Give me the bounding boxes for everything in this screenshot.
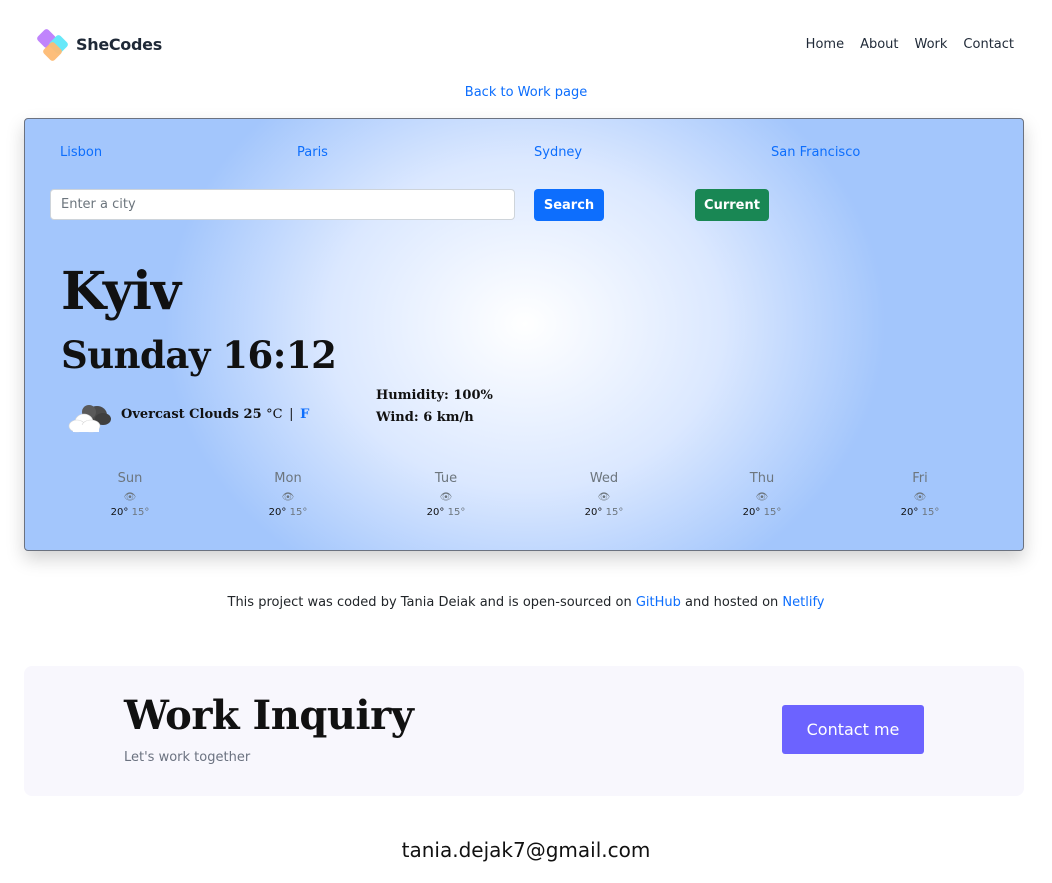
forecast-day-name: Wed <box>589 471 619 486</box>
current-temperature: 25 <box>243 407 262 422</box>
forecast-temps: 20° 15° <box>366 507 526 523</box>
inquiry-title: Work Inquiry <box>124 692 414 739</box>
nav-contact[interactable]: Contact <box>963 37 1014 52</box>
forecast-day: Thu 👁 20° 15° <box>682 471 842 523</box>
back-to-work-link[interactable]: Back to Work page <box>465 85 587 100</box>
forecast-min: 15° <box>921 507 940 518</box>
work-inquiry-section: Work Inquiry Let's work together Contact… <box>24 666 1024 796</box>
forecast-day-name: Fri <box>912 471 928 486</box>
back-link-row: Back to Work page <box>0 83 1052 101</box>
current-location-button[interactable]: Current <box>695 189 769 221</box>
forecast-day-name: Mon <box>274 471 302 486</box>
inquiry-subtitle: Let's work together <box>124 750 251 765</box>
forecast-min: 15° <box>289 507 308 518</box>
github-link[interactable]: GitHub <box>636 595 681 610</box>
city-link-lisbon[interactable]: Lisbon <box>60 145 102 160</box>
search-button[interactable]: Search <box>534 189 604 221</box>
forecast-min: 15° <box>763 507 782 518</box>
forecast-max: 20° <box>742 507 761 518</box>
nav-about[interactable]: About <box>860 37 898 52</box>
forecast-day: Wed 👁 20° 15° <box>524 471 684 523</box>
day-time: Sunday 16:12 <box>61 333 337 377</box>
wind-label: Wind: <box>376 410 419 425</box>
forecast-max: 20° <box>110 507 129 518</box>
forecast-weather-icon: 👁 <box>439 492 453 503</box>
forecast-day-name: Sun <box>117 471 143 486</box>
fahrenheit-link[interactable]: F <box>300 407 309 422</box>
humidity-value: 100% <box>453 388 493 403</box>
forecast-temps: 20° 15° <box>840 507 1000 523</box>
project-note: This project was coded by Tania Deiak an… <box>0 595 1052 610</box>
forecast-day: Fri 👁 20° 15° <box>840 471 1000 523</box>
forecast-weather-icon: 👁 <box>597 492 611 503</box>
wind-value: 6 km/h <box>423 410 474 425</box>
city-link-sydney[interactable]: Sydney <box>534 145 582 160</box>
celsius-unit[interactable]: °C <box>266 407 282 422</box>
note-prefix: This project was coded by Tania Deiak an… <box>227 595 636 610</box>
forecast-min: 15° <box>447 507 466 518</box>
forecast-max: 20° <box>426 507 445 518</box>
forecast-max: 20° <box>584 507 603 518</box>
city-link-san-francisco[interactable]: San Francisco <box>771 145 860 160</box>
unit-separator: | <box>289 407 294 422</box>
forecast: Sun 👁 20° 15° Mon 👁 20° 15° Tue 👁 20° 15… <box>50 471 1000 531</box>
forecast-min: 15° <box>605 507 624 518</box>
nav-home[interactable]: Home <box>806 37 844 52</box>
forecast-temps: 20° 15° <box>208 507 368 523</box>
city-link-paris[interactable]: Paris <box>297 145 328 160</box>
forecast-day-name: Thu <box>749 471 775 486</box>
brand-logo[interactable]: SheCodes <box>35 27 162 63</box>
weather-description: Overcast Clouds <box>121 407 240 422</box>
forecast-temps: 20° 15° <box>50 507 210 523</box>
contact-me-button[interactable]: Contact me <box>782 705 924 754</box>
forecast-max: 20° <box>900 507 919 518</box>
main-nav: Home About Work Contact <box>806 37 1014 52</box>
forecast-weather-icon: 👁 <box>755 492 769 503</box>
forecast-weather-icon: 👁 <box>913 492 927 503</box>
humidity: Humidity: 100% <box>376 388 493 403</box>
forecast-min: 15° <box>131 507 150 518</box>
humidity-label: Humidity: <box>376 388 449 403</box>
note-middle: and hosted on <box>680 595 783 610</box>
netlify-link[interactable]: Netlify <box>782 595 824 610</box>
nav-work[interactable]: Work <box>915 37 948 52</box>
forecast-weather-icon: 👁 <box>123 492 137 503</box>
contact-email[interactable]: tania.dejak7@gmail.com <box>0 838 1052 862</box>
forecast-weather-icon: 👁 <box>281 492 295 503</box>
forecast-max: 20° <box>268 507 287 518</box>
city-search-input[interactable] <box>50 189 515 220</box>
overcast-clouds-icon <box>68 405 111 433</box>
current-conditions: Overcast Clouds 25 °C | F <box>121 407 309 422</box>
forecast-temps: 20° 15° <box>682 507 842 523</box>
forecast-day-name: Tue <box>434 471 458 486</box>
forecast-day: Sun 👁 20° 15° <box>50 471 210 523</box>
forecast-day: Tue 👁 20° 15° <box>366 471 526 523</box>
city-name: Kyiv <box>61 261 181 322</box>
forecast-day: Mon 👁 20° 15° <box>208 471 368 523</box>
forecast-temps: 20° 15° <box>524 507 684 523</box>
weather-card: Lisbon Paris Sydney San Francisco Search… <box>24 118 1024 551</box>
wind: Wind: 6 km/h <box>376 410 474 425</box>
shecodes-logo-icon <box>35 27 70 63</box>
logo-text: SheCodes <box>76 34 162 54</box>
